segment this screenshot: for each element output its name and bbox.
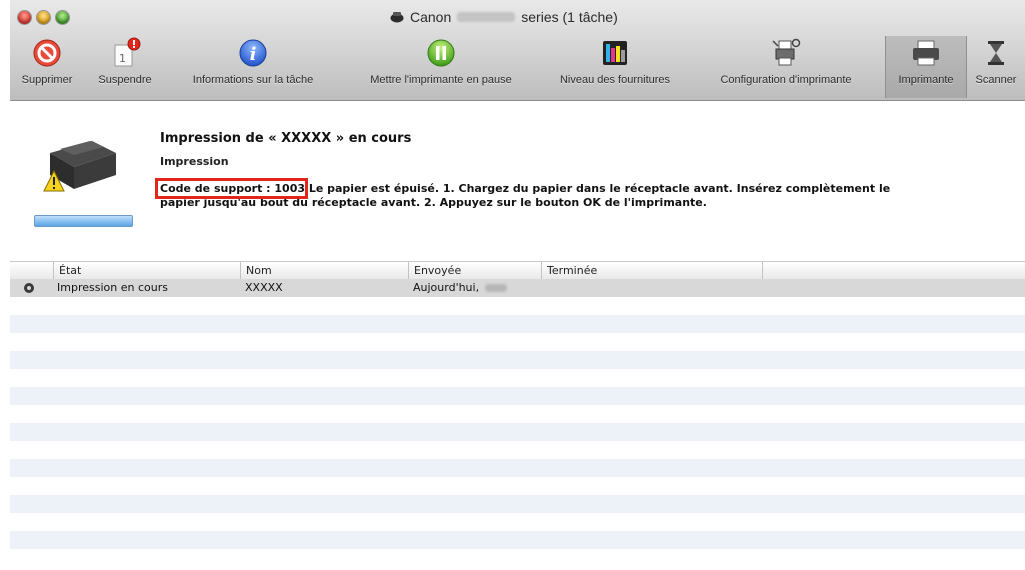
job-info-panel: Impression de « XXXXX » en cours Impress… [10, 101, 1025, 259]
suspend-badge-number: 1 [119, 52, 126, 65]
toolbar-printer-setup-label: Configuration d'imprimante [720, 74, 852, 86]
toolbar-printer-button[interactable]: Imprimante [885, 36, 967, 98]
svg-text:i: i [250, 44, 257, 65]
toolbar-pause-printer-label: Mettre l'imprimante en pause [370, 74, 512, 86]
table-row[interactable]: Impression en cours XXXXX Aujourd'hui, [10, 279, 1025, 297]
empty-row [10, 477, 1025, 495]
window-title: Canon series (1 tâche) [390, 8, 618, 26]
column-header-state[interactable]: État [53, 262, 239, 279]
job-status-title: Impression de « XXXXX » en cours [160, 131, 412, 146]
ink-level-icon [603, 41, 627, 65]
column-header-sent[interactable]: Envoyée [408, 262, 539, 279]
empty-row [10, 387, 1025, 405]
empty-row [10, 297, 1025, 315]
close-window-button[interactable] [18, 11, 31, 24]
support-code-highlight: Code de support : 1003 [160, 182, 305, 195]
print-queue-window: Canon series (1 tâche) Supprimer 1 Suspe… [10, 0, 1025, 570]
print-progress-bar [34, 215, 133, 227]
toolbar-delete-label: Supprimer [21, 74, 73, 86]
toolbar-printer-label: Imprimante [898, 74, 954, 86]
title-bar: Canon series (1 tâche) Supprimer 1 Suspe… [10, 0, 1025, 101]
pause-icon [427, 39, 455, 67]
delete-icon [33, 39, 61, 67]
empty-row [10, 531, 1025, 549]
job-status-icon [24, 283, 34, 293]
minimize-window-button[interactable] [37, 11, 50, 24]
empty-row [10, 423, 1025, 441]
toolbar-scanner-label: Scanner [975, 74, 1017, 86]
empty-row [10, 549, 1025, 567]
column-header-done[interactable]: Terminée [541, 262, 767, 279]
toolbar-job-info-label: Informations sur la tâche [192, 74, 314, 86]
printer-icon [913, 40, 939, 66]
toolbar-pause-printer-button[interactable]: Mettre l'imprimante en pause [346, 36, 536, 98]
toolbar-suspend-label: Suspendre [98, 74, 152, 86]
empty-row [10, 441, 1025, 459]
job-state-cell: Impression en cours [57, 281, 168, 294]
printer-setup-icon [772, 38, 801, 66]
window-title-suffix: series (1 tâche) [521, 9, 618, 25]
column-header-spacer [762, 262, 1023, 279]
empty-row [10, 495, 1025, 513]
toolbar-suspend-button[interactable]: 1 Suspendre [90, 36, 160, 98]
printer-warning-icon [43, 141, 116, 192]
window-title-prefix: Canon [410, 9, 452, 25]
redacted-model-name [457, 12, 516, 22]
empty-row [10, 459, 1025, 477]
error-message: Code de support : 1003 Le papier est épu… [160, 182, 920, 210]
empty-row [10, 513, 1025, 531]
toolbar-printer-setup-button[interactable]: Configuration d'imprimante [698, 36, 874, 98]
redacted-time [485, 284, 508, 292]
scanner-icon [988, 41, 1004, 65]
toolbar-scanner-button[interactable]: Scanner [967, 36, 1025, 98]
empty-row [10, 405, 1025, 423]
printer-queue-icon [390, 12, 404, 23]
empty-row [10, 315, 1025, 333]
toolbar-job-info-button[interactable]: i Informations sur la tâche [173, 36, 333, 98]
job-sent-text: Aujourd'hui, [413, 281, 480, 294]
job-status-subtitle: Impression [160, 155, 229, 168]
toolbar-supply-levels-label: Niveau des fournitures [559, 74, 671, 86]
job-sent-cell: Aujourd'hui, [413, 279, 508, 297]
zoom-window-button[interactable] [56, 11, 69, 24]
job-table-header: État Nom Envoyée Terminée [10, 261, 1025, 280]
info-icon: i [239, 39, 267, 67]
empty-row [10, 333, 1025, 351]
job-table-body: Impression en cours XXXXX Aujourd'hui, [10, 279, 1025, 567]
empty-row [10, 351, 1025, 369]
job-name-cell: XXXXX [245, 281, 283, 294]
empty-row [10, 369, 1025, 387]
toolbar-delete-button[interactable]: Supprimer [16, 36, 78, 98]
toolbar-supply-levels-button[interactable]: Niveau des fournitures [542, 36, 688, 98]
column-header-name[interactable]: Nom [240, 262, 406, 279]
